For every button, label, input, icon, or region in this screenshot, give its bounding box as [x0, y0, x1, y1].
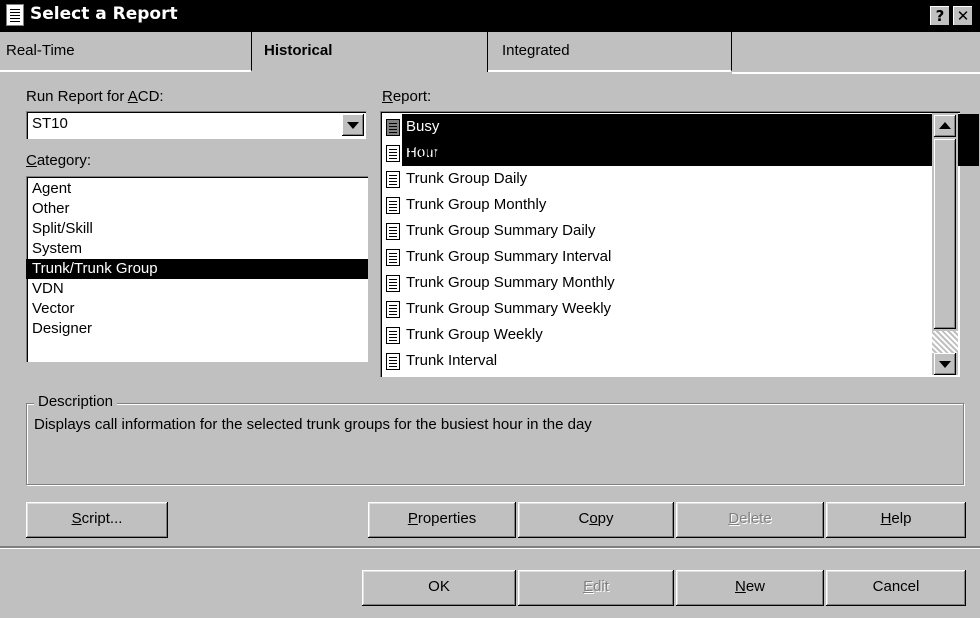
report-doc-icon	[386, 145, 400, 162]
report-item-label: Trunk Group Daily	[406, 170, 528, 187]
report-doc-icon	[386, 353, 400, 370]
report-label: Report:	[382, 88, 432, 105]
report-doc-icon	[386, 327, 400, 344]
scroll-down-icon[interactable]	[934, 353, 956, 375]
chevron-down-icon[interactable]	[342, 114, 364, 136]
list-item[interactable]: Trunk Group Summary Weekly	[384, 296, 924, 322]
help-icon[interactable]: ?	[930, 6, 950, 26]
copy-button[interactable]: Copy	[518, 502, 674, 538]
list-item[interactable]: Trunk Daily	[384, 140, 924, 166]
close-icon[interactable]: ✕	[953, 6, 973, 26]
description-label: Description	[34, 393, 118, 410]
script-button[interactable]: Script...	[26, 502, 168, 538]
report-item-label: Trunk Group Weekly	[406, 326, 543, 343]
list-item[interactable]: Trunk Group Summary Monthly	[384, 270, 924, 296]
tab-strip-filler	[732, 32, 980, 74]
acd-value: ST10	[32, 115, 68, 132]
report-item-label: Trunk Group Summary Monthly	[406, 274, 615, 291]
report-doc-icon	[386, 197, 400, 214]
scroll-thumb[interactable]	[934, 139, 956, 329]
list-item[interactable]: Designer	[26, 319, 368, 339]
report-doc-icon	[386, 119, 400, 136]
tab-label: Integrated	[502, 42, 570, 59]
tab-historical[interactable]: Historical	[252, 32, 488, 72]
tab-integrated[interactable]: Integrated	[488, 32, 732, 72]
list-item[interactable]: Trunk Group Summary Daily	[384, 218, 924, 244]
list-item[interactable]: Trunk Group Daily	[384, 166, 924, 192]
acd-dropdown[interactable]: ST10	[26, 111, 366, 139]
tab-label: Real-Time	[6, 42, 75, 59]
list-item[interactable]: Trunk Group Monthly	[384, 192, 924, 218]
report-item-label: Trunk Interval	[406, 352, 498, 369]
scroll-up-icon[interactable]	[934, 115, 956, 137]
scroll-track[interactable]	[932, 331, 958, 353]
title-bar: Select a Report ? ✕	[0, 0, 980, 32]
window-title: Select a Report	[30, 4, 178, 24]
list-item[interactable]: Split/Skill	[26, 219, 368, 239]
report-item-label: Trunk Group Summary Daily	[406, 222, 596, 239]
list-item[interactable]: Busy Hour	[384, 114, 980, 166]
delete-button[interactable]: Delete	[676, 502, 824, 538]
report-doc-icon	[386, 275, 400, 292]
description-text: Displays call information for the select…	[34, 416, 592, 433]
acd-label: Run Report for ACD:	[26, 88, 164, 105]
report-item-label: Trunk Group Summary Weekly	[406, 300, 612, 317]
list-item[interactable]: Vector	[26, 299, 368, 319]
report-icon	[6, 4, 24, 26]
report-list[interactable]: Busy Hour Trunk Daily Trunk Group Daily Tru…	[380, 111, 980, 377]
report-item-label: Trunk Group Summary Interval	[406, 248, 612, 265]
report-item-label: Trunk Group Monthly	[406, 196, 547, 213]
report-doc-icon	[386, 249, 400, 266]
tab-real-time[interactable]: Real-Time	[0, 32, 252, 72]
new-button[interactable]: New	[676, 570, 824, 606]
report-item-label: Trunk Daily	[406, 144, 482, 161]
list-item[interactable]: Other	[26, 199, 368, 219]
help-button[interactable]: Help	[826, 502, 966, 538]
report-doc-icon	[386, 171, 400, 188]
report-doc-icon	[386, 301, 400, 318]
report-scrollbar[interactable]	[932, 113, 958, 375]
ok-button[interactable]: OK	[362, 570, 516, 606]
edit-button[interactable]: Edit	[518, 570, 674, 606]
cancel-button[interactable]: Cancel	[826, 570, 966, 606]
category-list[interactable]: Agent Other Split/Skill System Trunk/Trunk G…	[26, 176, 368, 362]
properties-button[interactable]: Properties	[368, 502, 516, 538]
list-item[interactable]: System	[26, 239, 368, 259]
list-item[interactable]: VDN	[26, 279, 368, 299]
list-item[interactable]: Trunk Group Weekly	[384, 322, 924, 348]
report-doc-icon	[386, 223, 400, 240]
tab-label: Historical	[264, 42, 333, 59]
list-item[interactable]: Trunk/Trunk Group	[26, 259, 368, 279]
category-label: Category:	[26, 152, 92, 169]
list-item[interactable]: Agent	[26, 179, 368, 199]
list-item[interactable]: Trunk Group Summary Interval	[384, 244, 924, 270]
list-item[interactable]: Trunk Interval	[384, 348, 924, 374]
divider	[0, 546, 980, 549]
